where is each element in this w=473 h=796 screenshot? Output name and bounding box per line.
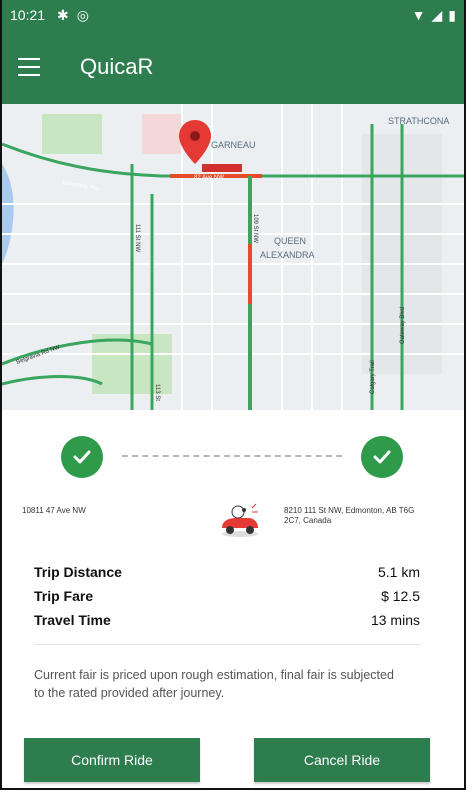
start-check-icon [61, 436, 103, 478]
status-right: ▼ ◢ ▮ [412, 7, 456, 24]
cancel-ride-button[interactable]: Cancel Ride [254, 738, 430, 782]
detail-label: Trip Fare [34, 588, 94, 604]
battery-icon: ▮ [448, 6, 456, 23]
privacy-icon: ◎ [76, 6, 89, 23]
detail-value: 13 mins [370, 612, 420, 628]
campus-area [142, 114, 182, 154]
svg-text:111 St NW: 111 St NW [134, 224, 140, 252]
svg-text:82 Ave NW: 82 Ave NW [194, 175, 224, 181]
route-summary: 10811 47 Ave NW 8210 111 St NW, Edmonton… [2, 430, 464, 550]
svg-text:Calgary Trail: Calgary Trail [370, 360, 376, 394]
car-icon [218, 500, 262, 540]
signal-icon: ◢ [431, 6, 443, 23]
destination-marker [202, 164, 242, 172]
detail-row-fare: Trip Fare $ 12.5 [34, 584, 420, 608]
gear-icon: ✱ [57, 6, 69, 23]
svg-text:STRATHCONA: STRATHCONA [388, 116, 449, 126]
fare-note: Current fair is priced upon rough estima… [34, 668, 394, 700]
detail-value: $ 12.5 [381, 588, 420, 604]
detail-row-distance: Trip Distance 5.1 km [34, 560, 420, 584]
detail-value: 5.1 km [377, 564, 420, 580]
svg-text:113 St: 113 St [154, 384, 160, 401]
map-view[interactable]: GARNEAU QUEEN ALEXANDRA STRATHCONA Unive… [2, 104, 464, 410]
confirm-ride-button[interactable]: Confirm Ride [24, 738, 200, 782]
start-address: 10811 47 Ave NW [22, 506, 86, 515]
status-time: 10:21 [10, 7, 46, 23]
trip-details: Trip Distance 5.1 km Trip Fare $ 12.5 Tr… [34, 560, 420, 645]
detail-label: Travel Time [34, 612, 111, 628]
svg-text:QUEEN: QUEEN [274, 236, 306, 246]
svg-text:Gateway Blvd: Gateway Blvd [400, 307, 406, 344]
end-check-icon [361, 436, 403, 478]
park-area [42, 114, 102, 154]
app-title: QuicaR [80, 54, 154, 79]
detail-row-time: Travel Time 13 mins [34, 608, 420, 632]
end-address: 8210 111 St NW, Edmonton, AB T6G 2C7, Ca… [284, 506, 415, 525]
wifi-icon: ▼ [411, 6, 426, 23]
svg-text:109 St NW: 109 St NW [252, 214, 258, 243]
status-bar: 10:21 ✱ ◎ ▼ ◢ ▮ [2, 0, 464, 30]
trip-card: 10811 47 Ave NW 8210 111 St NW, Edmonton… [2, 410, 464, 788]
svg-text:GARNEAU: GARNEAU [211, 140, 256, 150]
map-graphic: GARNEAU QUEEN ALEXANDRA STRATHCONA Unive… [2, 104, 464, 410]
route-dashed-line [122, 455, 342, 457]
svg-text:ALEXANDRA: ALEXANDRA [260, 250, 315, 260]
detail-label: Trip Distance [34, 564, 122, 580]
app-bar: QuicaR [2, 30, 464, 104]
app-frame: 10:21 ✱ ◎ ▼ ◢ ▮ QuicaR GARNEAU QUEEN ALE… [0, 0, 466, 790]
divider [34, 644, 420, 645]
menu-icon[interactable] [18, 58, 40, 76]
